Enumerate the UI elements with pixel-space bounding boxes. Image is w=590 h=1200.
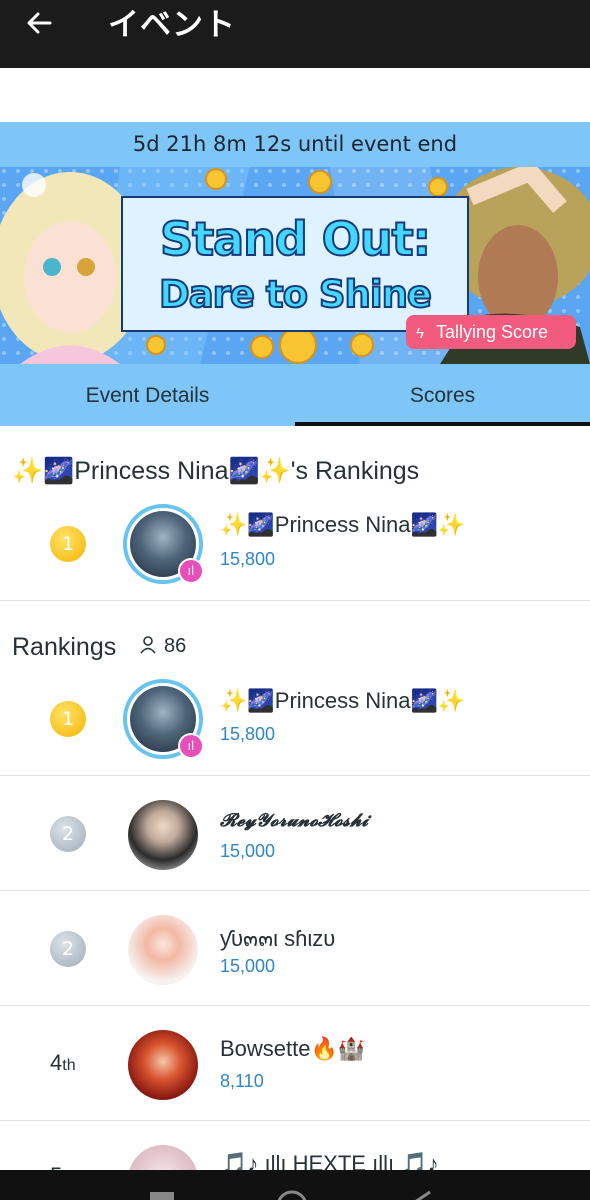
rank-number: 1 <box>61 533 75 555</box>
silver-medal-icon: 2 <box>50 931 86 967</box>
user-score: 15,000 <box>220 956 276 976</box>
system-navigation-bar <box>0 1170 590 1200</box>
home-icon[interactable] <box>277 1190 307 1200</box>
my-rankings-title: ✨🌌Princess Nina🌌✨'s Rankings <box>12 457 420 485</box>
user-name: ✨🌌Princess Nina🌌✨ <box>220 688 466 713</box>
banner-title-line2: Dare to Shine <box>158 272 433 317</box>
user-name: ✨🌌Princess Nina🌌✨ <box>220 512 466 537</box>
user-name: ƴυ๓๓ι ѕɦιzυ <box>220 926 336 951</box>
rank-number: 4 <box>50 1050 63 1075</box>
recent-apps-icon[interactable] <box>150 1192 174 1200</box>
participant-count-value: 86 <box>164 635 187 657</box>
app-bar: イベント <box>0 0 590 68</box>
tallying-score-badge: ϟ Tallying Score <box>406 315 576 349</box>
ranking-row-3[interactable]: 2 ƴυ๓๓ι ѕɦιzυ 15,000 <box>0 891 590 1006</box>
user-score: 8,110 <box>220 1071 264 1091</box>
banner-title-line1: Stand Out: <box>159 211 432 267</box>
avatar[interactable] <box>128 800 198 870</box>
rank-label: 4th <box>50 1050 76 1076</box>
ranking-row-2[interactable]: 2 𝓡𝓮𝔂𝓨𝓸𝓻𝓾𝓷𝓸𝓗𝓸𝓼𝓱𝓲 15,000 <box>0 776 590 891</box>
rank-number: 1 <box>61 708 75 730</box>
user-name: Bowsette🔥🏰 <box>220 1036 366 1061</box>
tab-bar: Event Details Scores <box>0 364 590 426</box>
participant-count: 86 <box>138 632 186 660</box>
user-name: 𝓡𝓮𝔂𝓨𝓸𝓻𝓾𝓷𝓸𝓗𝓸𝓼𝓱𝓲 <box>220 810 369 831</box>
user-score: 15,000 <box>220 841 276 861</box>
rank-number: 2 <box>61 823 75 845</box>
arrow-left-icon[interactable] <box>24 8 64 44</box>
event-countdown: 5d 21h 8m 12s until event end <box>0 122 590 167</box>
user-score: 15,800 <box>220 724 276 744</box>
silver-medal-icon: 2 <box>50 816 86 852</box>
gold-medal-icon: 1 <box>50 701 86 737</box>
lightning-icon: ϟ <box>416 325 424 342</box>
avatar[interactable] <box>128 915 198 985</box>
tab-event-details[interactable]: Event Details <box>0 364 295 426</box>
back-nav-icon[interactable] <box>412 1190 431 1200</box>
event-banner[interactable]: Stand Out: Dare to Shine ϟ Tallying Score <box>0 167 590 364</box>
user-score: 15,800 <box>220 549 276 569</box>
rank-number: 2 <box>61 938 75 960</box>
rank-suffix: th <box>62 1057 76 1074</box>
tab-scores[interactable]: Scores <box>295 364 590 426</box>
person-icon <box>140 636 156 654</box>
my-ranking-row[interactable]: 1 ıl ✨🌌Princess Nina🌌✨ 15,800 <box>0 486 590 601</box>
avatar[interactable] <box>128 1030 198 1100</box>
stats-badge-icon: ıl <box>178 558 204 584</box>
gold-medal-icon: 1 <box>50 526 86 562</box>
ranking-row-4[interactable]: 4th Bowsette🔥🏰 8,110 <box>0 1006 590 1121</box>
stats-badge-icon: ıl <box>178 733 204 759</box>
page-title: イベント <box>108 7 236 43</box>
tallying-score-label: Tallying Score <box>436 322 549 342</box>
ranking-row-1[interactable]: 1 ıl ✨🌌Princess Nina🌌✨ 15,800 <box>0 661 590 776</box>
